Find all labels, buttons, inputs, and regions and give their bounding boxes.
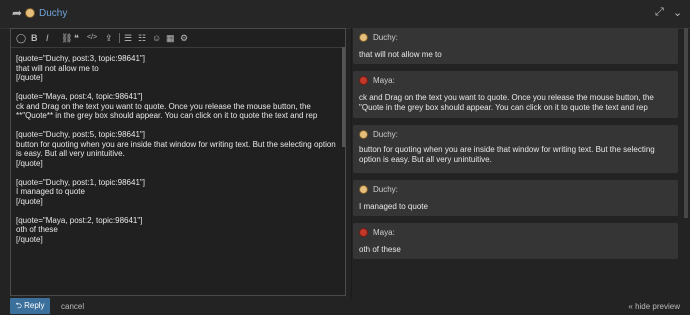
speech-bubble-icon[interactable]: ◯ xyxy=(16,32,26,44)
emoji-icon[interactable]: ☺ xyxy=(152,32,161,44)
quote-author: Duchy: xyxy=(373,33,398,42)
date-icon[interactable]: ▦ xyxy=(166,32,175,44)
preview-quote: Duchy: I managed to quote xyxy=(353,180,678,216)
quote-author: Duchy: xyxy=(373,130,398,139)
numbered-list-icon[interactable]: ☷ xyxy=(138,32,146,44)
quote-author: Maya: xyxy=(373,228,395,237)
quote-text: ck and Drag on the text you want to quot… xyxy=(359,93,654,112)
preview-quote: Duchy: button for quoting when you are i… xyxy=(353,125,678,173)
avatar xyxy=(359,33,368,42)
pane-divider xyxy=(351,28,352,298)
quote-author: Duchy: xyxy=(373,185,398,194)
composer-footer: ⮌ Reply cancel « hide preview xyxy=(0,298,690,315)
quote-text: oth of these xyxy=(359,245,401,254)
quote-text: that will not allow me to xyxy=(359,50,442,59)
bold-icon[interactable]: B xyxy=(31,32,38,44)
editor-pane[interactable]: ◯ B I ⛓ ❝ </> ⇪ ☰ ☷ ☺ ▦ ⚙ [quote="Duchy,… xyxy=(10,28,346,296)
preview-quote: Maya: ck and Drag on the text you want t… xyxy=(353,71,678,118)
avatar xyxy=(359,76,368,85)
italic-icon[interactable]: I xyxy=(46,32,49,44)
editor-textarea[interactable]: [quote="Duchy, post:3, topic:98641"] tha… xyxy=(11,48,345,244)
toolbar-separator xyxy=(119,33,120,43)
quote-text: I managed to quote xyxy=(359,202,428,211)
editor-toolbar: ◯ B I ⛓ ❝ </> ⇪ ☰ ☷ ☺ ▦ ⚙ xyxy=(11,29,345,48)
preview-scrollbar[interactable] xyxy=(684,28,688,218)
preview-quote: Duchy: that will not allow me to xyxy=(353,28,678,64)
preview-pane: Duchy: that will not allow me to Maya: c… xyxy=(353,28,678,296)
avatar xyxy=(359,185,368,194)
preview-quote: Maya: oth of these xyxy=(353,223,678,259)
reply-to-user[interactable]: Duchy xyxy=(39,8,67,19)
cancel-link[interactable]: cancel xyxy=(61,302,84,311)
composer-header: ➦ Duchy ⤢ ⌄ xyxy=(0,0,690,29)
editor-scrollbar[interactable] xyxy=(342,47,345,147)
avatar xyxy=(359,130,368,139)
reply-arrow-icon: ➦ xyxy=(12,6,23,20)
expand-icon[interactable]: ⤢ xyxy=(655,6,664,19)
avatar xyxy=(359,228,368,237)
quote-icon[interactable]: ❝ xyxy=(74,32,79,44)
avatar xyxy=(25,8,35,18)
gear-icon[interactable]: ⚙ xyxy=(180,32,188,44)
link-icon[interactable]: ⛓ xyxy=(61,32,72,44)
upload-icon[interactable]: ⇪ xyxy=(105,32,113,44)
bullet-list-icon[interactable]: ☰ xyxy=(124,32,132,44)
quote-author: Maya: xyxy=(373,76,395,85)
hide-preview-link[interactable]: « hide preview xyxy=(628,302,680,311)
reply-label: Reply xyxy=(24,301,45,310)
reply-button[interactable]: ⮌ Reply xyxy=(10,298,50,314)
code-icon[interactable]: </> xyxy=(87,32,97,44)
quote-text: button for quoting when you are inside t… xyxy=(359,145,655,164)
reply-icon: ⮌ xyxy=(15,301,25,310)
chevron-down-icon[interactable]: ⌄ xyxy=(673,6,682,19)
